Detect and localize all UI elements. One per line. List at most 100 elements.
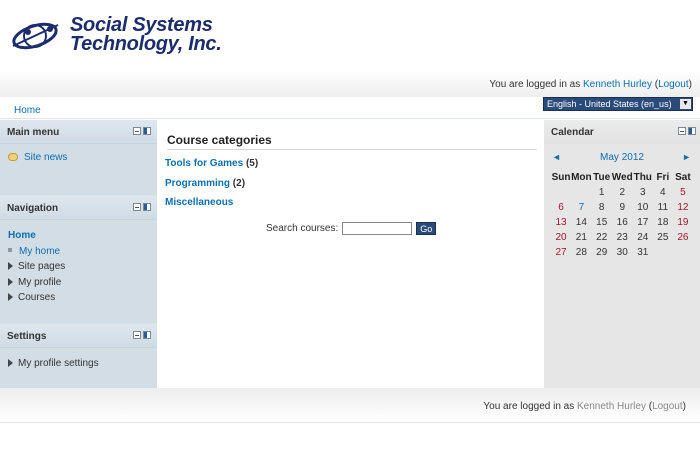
calendar-grid: Sun Mon Tue Wed Thu Fri Sat 1 2 3 4 5 6 7 8 9 10 11 12 13 1… xyxy=(551,170,693,260)
category-link[interactable]: Programming xyxy=(165,178,230,189)
forum-icon xyxy=(8,153,18,161)
calendar-day[interactable]: 24 xyxy=(633,230,653,245)
logout-link[interactable]: Logout xyxy=(658,79,689,90)
calendar-empty-cell xyxy=(653,245,673,260)
search-input[interactable] xyxy=(342,222,413,235)
logo-orbit-icon xyxy=(12,22,59,50)
calendar-empty-cell xyxy=(571,185,592,200)
minimize-icon[interactable] xyxy=(133,331,141,339)
language-selected: English - United States (en_us) xyxy=(547,99,672,109)
nav-item-label: My profile xyxy=(18,277,62,288)
calendar-day[interactable]: 15 xyxy=(592,215,612,230)
block-controls xyxy=(131,203,151,214)
calendar-day[interactable]: 2 xyxy=(612,185,633,200)
navigation-title: Navigation xyxy=(7,203,59,214)
calendar-day[interactable]: 23 xyxy=(612,230,633,245)
calendar-title: Calendar xyxy=(551,127,594,138)
nav-item-label: Courses xyxy=(18,292,56,303)
nav-item-label[interactable]: My home xyxy=(19,246,60,257)
calendar-day[interactable]: 10 xyxy=(633,200,653,215)
dropdown-arrow-icon: ▼ xyxy=(680,99,691,109)
block-controls xyxy=(676,127,696,138)
category-programming[interactable]: Programming (2) xyxy=(165,178,245,189)
bullet-icon xyxy=(8,248,12,252)
settings-header: Settings xyxy=(0,324,157,348)
calendar-widget: May 2012 ◄ ► Sun Mon Tue Wed Thu Fri Sat 12345… xyxy=(551,152,695,260)
nav-item-my-profile[interactable]: My profile xyxy=(8,277,61,288)
menu-item-label[interactable]: Site news xyxy=(24,152,67,163)
navigation-header: Navigation xyxy=(0,196,157,220)
calendar-day[interactable]: 16 xyxy=(612,215,633,230)
calendar-day[interactable]: 8 xyxy=(592,200,612,215)
calendar-day[interactable]: 3 xyxy=(633,185,653,200)
calendar-day[interactable]: 12 xyxy=(673,200,693,215)
calendar-day[interactable]: 26 xyxy=(673,230,693,245)
calendar-day[interactable]: 27 xyxy=(551,245,571,260)
nav-home[interactable]: Home xyxy=(8,230,36,241)
calendar-day[interactable]: 11 xyxy=(653,200,673,215)
calendar-day[interactable]: 28 xyxy=(571,245,592,260)
nav-item-label: Site pages xyxy=(18,261,66,272)
calendar-day[interactable]: 9 xyxy=(612,200,633,215)
language-select[interactable]: English - United States (en_us) ▼ xyxy=(543,97,693,111)
footer-user-link[interactable]: Kenneth Hurley xyxy=(577,401,646,412)
calendar-week-row: 12345 xyxy=(551,185,693,200)
settings-item-label: My profile settings xyxy=(18,358,99,369)
calendar-month-label[interactable]: May 2012 xyxy=(551,152,693,163)
category-link[interactable]: Tools for Games xyxy=(165,158,243,169)
calendar-day[interactable]: 14 xyxy=(571,215,592,230)
dock-icon[interactable] xyxy=(143,203,151,211)
navigation-content: Home My home Site pages My profile Cours… xyxy=(0,220,157,323)
calendar-day[interactable]: 19 xyxy=(673,215,693,230)
weekday-header: Wed xyxy=(611,172,633,183)
calendar-day[interactable]: 21 xyxy=(571,230,592,245)
footer-logout-link[interactable]: Logout xyxy=(652,401,683,412)
calendar-day[interactable]: 5 xyxy=(673,185,693,200)
expand-arrow-icon xyxy=(8,359,13,367)
breadcrumb-home[interactable]: Home xyxy=(14,105,41,116)
site-header: Social Systems Technology, Inc. xyxy=(0,0,700,72)
weekday-header: Tue xyxy=(593,172,611,183)
dock-icon[interactable] xyxy=(143,331,151,339)
calendar-day[interactable]: 6 xyxy=(551,200,571,215)
calendar-week-row: 27 28 29 30 31 xyxy=(551,245,693,260)
search-go-button[interactable]: Go xyxy=(416,222,437,235)
minimize-icon[interactable] xyxy=(133,127,141,135)
nav-home-label[interactable]: Home xyxy=(8,230,36,241)
calendar-day[interactable]: 7 xyxy=(571,200,592,215)
calendar-day[interactable]: 29 xyxy=(592,245,612,260)
login-bar: You are logged in as Kenneth Hurley (Log… xyxy=(0,72,700,97)
calendar-day[interactable]: 18 xyxy=(653,215,673,230)
dock-icon[interactable] xyxy=(143,127,151,135)
category-link[interactable]: Miscellaneous xyxy=(165,197,233,208)
main-menu-header: Main menu xyxy=(0,120,157,144)
minimize-icon[interactable] xyxy=(678,127,686,135)
weekday-header: Sat xyxy=(675,172,691,183)
calendar-empty-cell xyxy=(551,185,571,200)
nav-item-courses[interactable]: Courses xyxy=(8,292,55,303)
previous-month-icon[interactable]: ◄ xyxy=(552,152,561,162)
footer-login-prefix: You are logged in as xyxy=(483,401,575,412)
next-month-icon[interactable]: ► xyxy=(682,152,691,162)
minimize-icon[interactable] xyxy=(133,203,141,211)
user-profile-link[interactable]: Kenneth Hurley xyxy=(583,79,652,90)
calendar-day[interactable]: 30 xyxy=(612,245,633,260)
course-categories-heading: Course categories xyxy=(167,133,537,150)
calendar-day[interactable]: 25 xyxy=(653,230,673,245)
nav-item-site-pages[interactable]: Site pages xyxy=(8,261,65,272)
category-tools-for-games[interactable]: Tools for Games (5) xyxy=(165,158,258,169)
menu-item-site-news[interactable]: Site news xyxy=(8,152,67,163)
calendar-day[interactable]: 17 xyxy=(633,215,653,230)
calendar-day[interactable]: 22 xyxy=(592,230,612,245)
dock-icon[interactable] xyxy=(688,127,696,135)
calendar-empty-cell xyxy=(673,245,693,260)
calendar-day[interactable]: 31 xyxy=(633,245,653,260)
nav-item-my-home[interactable]: My home xyxy=(8,246,60,257)
settings-item-my-profile-settings[interactable]: My profile settings xyxy=(8,358,99,369)
site-logo[interactable]: Social Systems Technology, Inc. xyxy=(10,14,270,64)
category-miscellaneous[interactable]: Miscellaneous xyxy=(165,197,233,208)
calendar-day[interactable]: 13 xyxy=(551,215,571,230)
calendar-day[interactable]: 20 xyxy=(551,230,571,245)
calendar-day[interactable]: 1 xyxy=(592,185,612,200)
calendar-day[interactable]: 4 xyxy=(653,185,673,200)
